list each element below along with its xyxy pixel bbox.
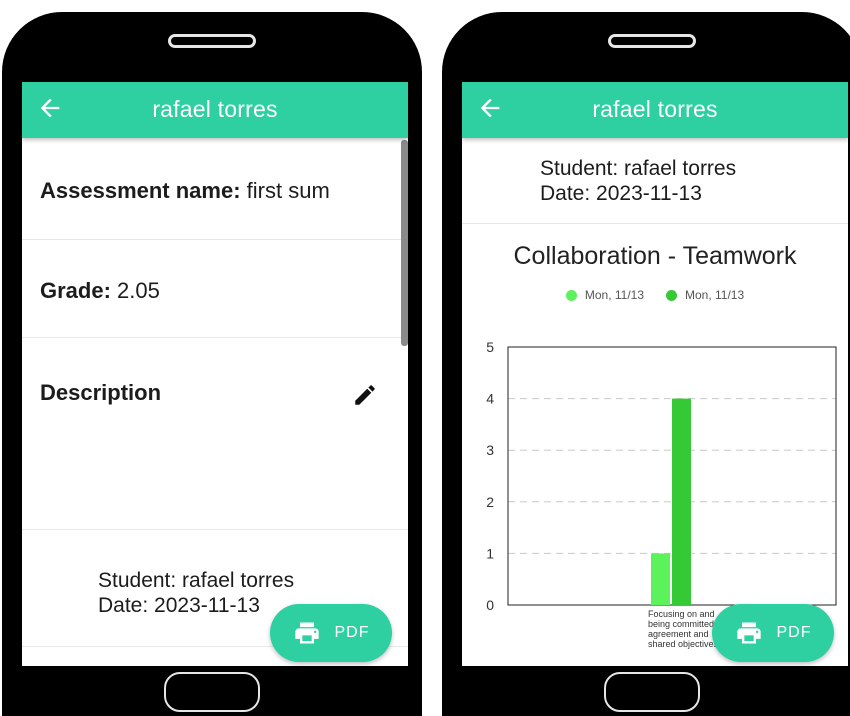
legend-swatch-1 [565, 289, 577, 301]
app-bar-title: rafael torres [592, 96, 718, 122]
screen-right: rafael torres Student: rafael torres Dat… [462, 82, 848, 666]
app-bar-title: rafael torres [152, 96, 278, 122]
grade-text: Grade: 2.05 [40, 278, 160, 304]
chart-legend: Mon, 11/13 Mon, 11/13 [462, 288, 848, 302]
bar-series-1 [651, 553, 670, 605]
y-tick-label: 4 [486, 391, 494, 407]
description-row: Description [22, 338, 408, 530]
legend-item-1[interactable]: Mon, 11/13 [565, 288, 644, 302]
chart-title: Collaboration - Teamwork [513, 242, 797, 270]
pdf-button[interactable]: PDF [712, 604, 834, 662]
pdf-button-label: PDF [776, 624, 812, 641]
home-button[interactable] [604, 672, 700, 712]
home-button[interactable] [164, 672, 260, 712]
y-tick-label: 1 [486, 545, 494, 561]
speaker-grille [608, 34, 696, 48]
grade-value: 2.05 [110, 278, 160, 303]
screen-left: rafael torres Assessment name: first sum… [22, 82, 408, 666]
speaker-grille [168, 34, 256, 48]
x-tick-label: agreement and [648, 629, 709, 639]
bar-series-2 [672, 398, 691, 605]
phone-frame-right: rafael torres Student: rafael torres Dat… [442, 12, 850, 716]
legend-swatch-2 [666, 289, 677, 301]
date-line: Date: 2023-11-13 [540, 182, 702, 205]
student-line: Student: rafael torres [540, 157, 737, 180]
scrollbar-thumb[interactable] [401, 140, 408, 346]
date-line: Date: 2023-11-13 [98, 594, 260, 617]
student-info: Student: rafael torres Date: 2023-11-13 [98, 568, 294, 618]
assessment-name-label: Assessment name: [40, 178, 241, 203]
x-tick-label: shared objectives. [648, 639, 721, 649]
y-tick-label: 3 [486, 442, 494, 458]
student-line: Student: rafael torres [98, 569, 295, 592]
legend-label-1: Mon, 11/13 [584, 288, 644, 302]
legend-label-2: Mon, 11/13 [685, 288, 745, 302]
app-bar: rafael torres [462, 82, 848, 138]
printer-icon [736, 622, 761, 644]
assessment-name-text: Assessment name: first sum [40, 178, 330, 204]
assessment-name-value: first sum [240, 178, 330, 203]
student-info: Student: rafael torres Date: 2023-11-13 [540, 156, 736, 206]
printer-icon [294, 622, 319, 644]
grade-row: Grade: 2.05 [22, 240, 408, 338]
y-tick-label: 5 [486, 339, 494, 355]
pencil-icon[interactable] [352, 382, 378, 408]
pdf-button-label: PDF [334, 624, 370, 641]
assessment-name-row: Assessment name: first sum [22, 138, 408, 240]
legend-item-2[interactable]: Mon, 11/13 [666, 288, 744, 302]
pdf-button[interactable]: PDF [270, 604, 392, 662]
app-bar: rafael torres [22, 82, 408, 138]
divider [462, 223, 848, 224]
x-tick-label: Focusing on and [648, 609, 715, 619]
phone-frame-left: rafael torres Assessment name: first sum… [2, 12, 422, 716]
assessment-details: Assessment name: first sum Grade: 2.05 D… [22, 138, 408, 666]
description-label: Description [40, 380, 162, 405]
grade-label: Grade: [40, 278, 111, 303]
y-tick-label: 2 [486, 494, 494, 510]
y-tick-label: 0 [486, 597, 494, 613]
